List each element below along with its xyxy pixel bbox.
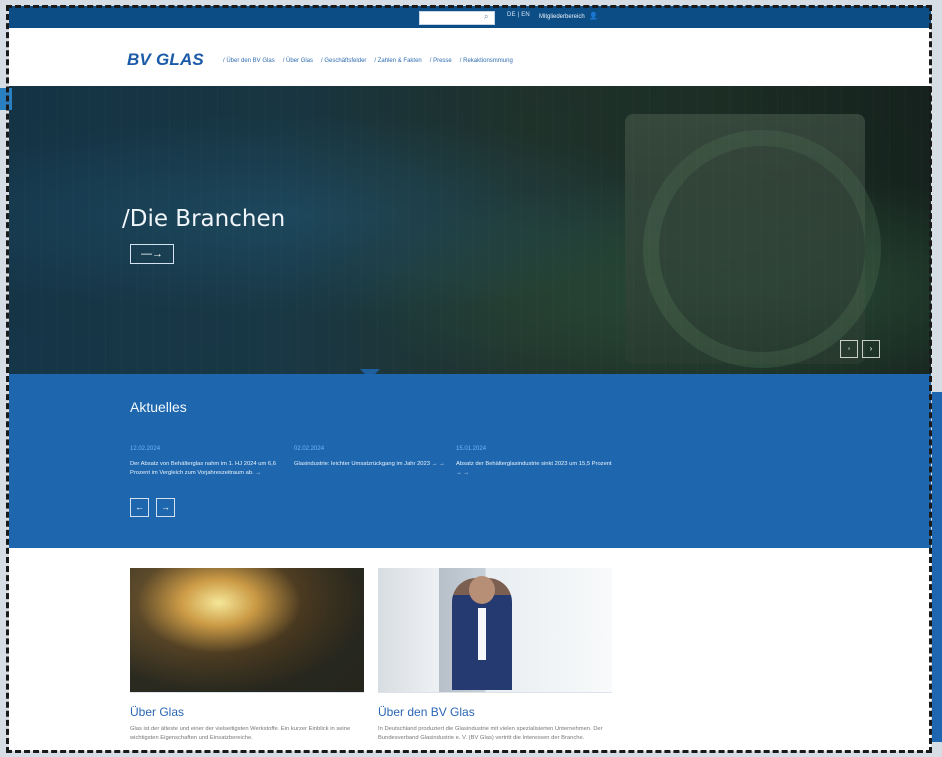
news-text: Absatz der Behälterglasindustrie sinkt 2… xyxy=(456,461,612,476)
hero-arrow-button[interactable]: —→ xyxy=(130,244,174,264)
glass-processing-image xyxy=(130,568,364,693)
search-icon: ⌕ xyxy=(484,12,489,21)
nav-item-geschaeftsfelder[interactable]: / Geschäftsfelder xyxy=(321,58,366,64)
nav-item-presse[interactable]: / Presse xyxy=(430,58,452,64)
right-edge-strip xyxy=(932,392,942,742)
hero-pager-dot[interactable]: ◦ xyxy=(840,340,858,358)
card-ueber-glas[interactable]: Über Glas Glas ist der älteste und einer… xyxy=(130,568,364,743)
card-text: Glas ist der älteste und einer der viels… xyxy=(130,726,351,741)
person-figure xyxy=(452,576,512,690)
news-next-button[interactable]: → xyxy=(156,498,175,517)
main-navigation: BV GLAS / Über den BV Glas / Über Glas /… xyxy=(9,28,931,87)
news-prev-button[interactable]: ← xyxy=(130,498,149,517)
news-item[interactable]: 02.02.2024 Glasindustrie: leichter Umsat… xyxy=(294,446,450,469)
primary-nav: / Über den BV Glas / Über Glas / Geschäf… xyxy=(223,58,513,64)
bv-glas-logo[interactable]: BV GLAS xyxy=(127,50,204,70)
member-area-label: Mitgliederbereich xyxy=(539,14,585,20)
language-switcher[interactable]: DE | EN xyxy=(507,12,530,18)
card-text: In Deutschland produziert die Glasindust… xyxy=(378,726,603,741)
news-item[interactable]: 12.02.2024 Der Absatz von Behälterglas n… xyxy=(130,446,286,478)
member-area-link[interactable]: Mitgliederbereich 👤 xyxy=(539,12,598,20)
card-title: Über Glas xyxy=(130,705,185,719)
content-cards: Über Glas Glas ist der älteste und einer… xyxy=(9,548,931,751)
nav-item-zahlen-fakten[interactable]: / Zahlen & Fakten xyxy=(374,58,421,64)
hero-title: /Die Branchen xyxy=(122,206,286,232)
page-frame: ⌕ DE | EN Mitgliederbereich 👤 BV GLAS / … xyxy=(9,6,931,751)
nav-item-ueber-den-bv-glas[interactable]: / Über den BV Glas xyxy=(223,58,275,64)
news-navigation: ← → xyxy=(130,498,175,517)
news-text: Der Absatz von Behälterglas nahm im 1. H… xyxy=(130,461,276,476)
card-ueber-den-bv-glas[interactable]: Über den BV Glas In Deutschland produzie… xyxy=(378,568,612,743)
card-title: Über den BV Glas xyxy=(378,705,475,719)
news-title: Aktuelles xyxy=(130,399,187,415)
user-icon: 👤 xyxy=(589,13,599,20)
search-input[interactable]: ⌕ xyxy=(419,11,495,25)
news-text: Glasindustrie: leichter Umsatzrückgang i… xyxy=(294,461,445,467)
nav-item-rekaktionsmmung[interactable]: / Rekaktionsmmung xyxy=(460,58,513,64)
top-utility-bar: ⌕ DE | EN Mitgliederbereich 👤 xyxy=(9,6,931,28)
left-edge-tab xyxy=(0,88,12,110)
news-item[interactable]: 15.01.2024 Absatz der Behälterglasindust… xyxy=(456,446,612,478)
hero-next-button[interactable]: › xyxy=(862,340,880,358)
nav-item-ueber-glas[interactable]: / Über Glas xyxy=(283,58,313,64)
portrait-image xyxy=(378,568,612,693)
news-date: 12.02.2024 xyxy=(130,446,161,452)
news-date: 15.01.2024 xyxy=(456,446,487,452)
hero-pager: ◦ › xyxy=(840,340,880,358)
news-date: 02.02.2024 xyxy=(294,446,325,452)
news-section: Aktuelles 12.02.2024 Der Absatz von Behä… xyxy=(9,374,931,548)
hero-slider: /Die Branchen —→ ◦ › xyxy=(9,86,931,374)
